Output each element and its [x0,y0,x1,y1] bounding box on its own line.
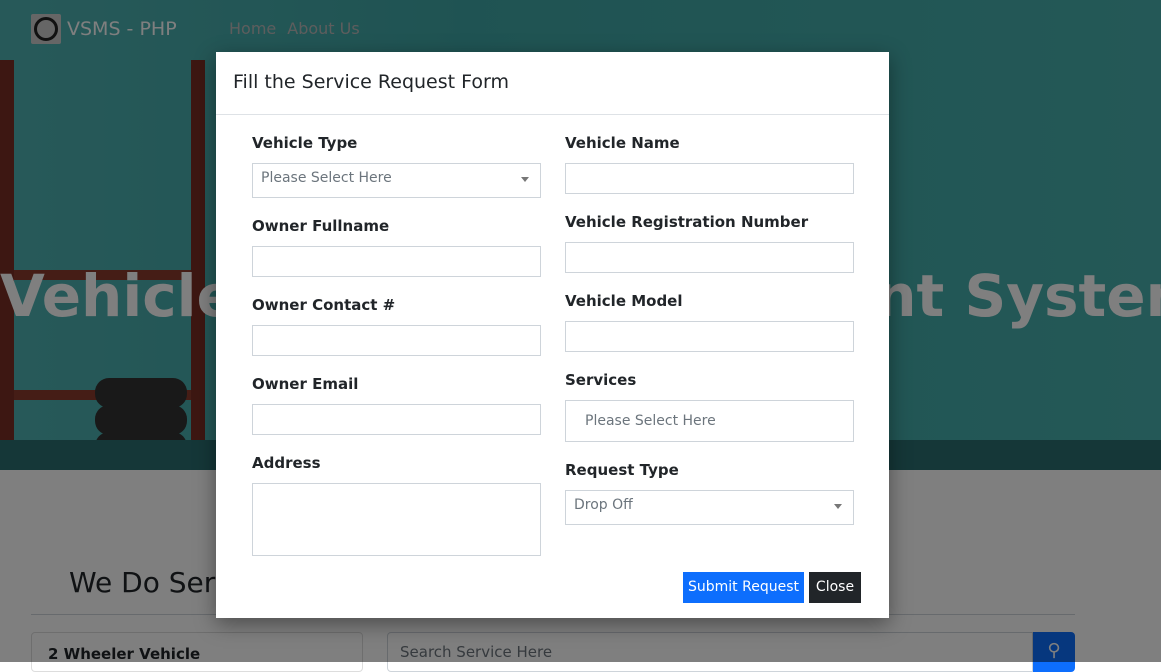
chevron-down-icon [834,504,842,509]
request-type-value: Drop Off [574,497,633,513]
vehicle-model-label: Vehicle Model [565,292,683,310]
address-textarea[interactable] [252,483,541,556]
owner-email-label: Owner Email [252,375,359,393]
owner-email-input[interactable] [252,404,541,435]
vehicle-name-label: Vehicle Name [565,134,680,152]
owner-fullname-input[interactable] [252,246,541,277]
vehicle-type-select[interactable]: Please Select Here [252,163,541,198]
submit-request-button[interactable]: Submit Request [683,572,804,603]
request-type-select[interactable]: Drop Off [565,490,854,525]
service-request-modal: Fill the Service Request Form Vehicle Ty… [216,52,889,618]
vehicle-type-placeholder: Please Select Here [261,170,392,186]
vehicle-registration-input[interactable] [565,242,854,273]
modal-title: Fill the Service Request Form [216,52,889,115]
request-type-label: Request Type [565,461,679,479]
address-label: Address [252,454,321,472]
services-multiselect[interactable]: Please Select Here [565,400,854,442]
close-button[interactable]: Close [809,572,861,603]
vehicle-model-input[interactable] [565,321,854,352]
vehicle-registration-label: Vehicle Registration Number [565,213,809,231]
owner-contact-label: Owner Contact # [252,296,396,314]
vehicle-name-input[interactable] [565,163,854,194]
chevron-down-icon [521,177,529,182]
services-label: Services [565,371,637,389]
vehicle-type-label: Vehicle Type [252,134,358,152]
owner-contact-input[interactable] [252,325,541,356]
owner-fullname-label: Owner Fullname [252,217,390,235]
